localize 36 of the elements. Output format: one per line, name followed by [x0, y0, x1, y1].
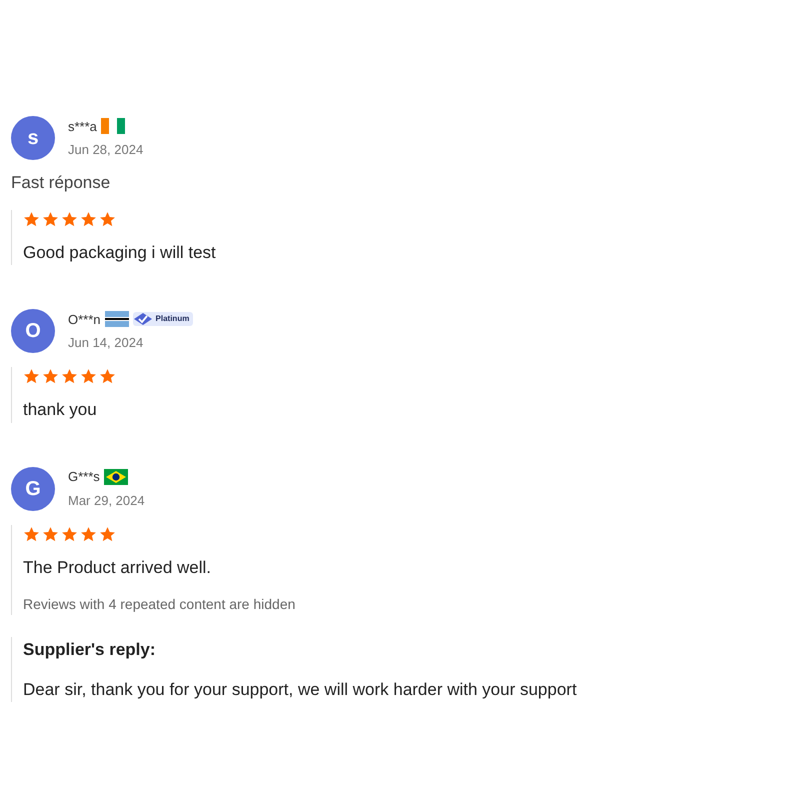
review-date: Jun 14, 2024 — [68, 334, 144, 352]
review-date: Jun 28, 2024 — [68, 141, 144, 159]
flag-icon — [104, 311, 129, 328]
review-text: Good packaging i will test — [23, 242, 217, 264]
star-icon — [42, 210, 59, 228]
star-icon — [61, 368, 78, 385]
reviewer-name: G***s — [68, 468, 100, 486]
star-icon — [99, 368, 116, 385]
star-icon — [42, 526, 59, 542]
review-comment: Fast réponse — [11, 172, 112, 194]
star-icon — [23, 368, 40, 385]
star-icon — [61, 210, 78, 228]
review-text: The Product arrived well. — [23, 556, 212, 578]
review-date: Mar 29, 2024 — [68, 492, 145, 510]
reply-heading: Supplier's reply: — [23, 639, 157, 661]
avatar: O — [11, 309, 55, 353]
diamond-check-icon — [132, 312, 153, 326]
star-icon — [80, 210, 97, 228]
hidden-reviews-note: Reviews with 4 repeated content are hidden — [23, 595, 296, 614]
review-text: thank you — [23, 399, 98, 421]
star-icon — [61, 526, 78, 542]
star-icon — [80, 368, 97, 385]
avatar: G — [11, 466, 55, 510]
reply-text: Dear sir, thank you for your support, we will work harder with your support — [23, 678, 578, 700]
star-icon — [99, 210, 116, 228]
star-icon — [23, 526, 40, 542]
flag-icon — [104, 468, 128, 485]
avatar: s — [11, 116, 55, 160]
reviewer-name: O***n — [68, 310, 101, 328]
star-icon — [80, 526, 97, 542]
star-icon — [42, 368, 59, 385]
star-icon — [99, 526, 116, 542]
reviewer-name: s***a — [68, 118, 97, 136]
flag-icon — [100, 118, 125, 134]
star-icon — [23, 210, 40, 228]
membership-badge: Platinum — [132, 312, 194, 326]
